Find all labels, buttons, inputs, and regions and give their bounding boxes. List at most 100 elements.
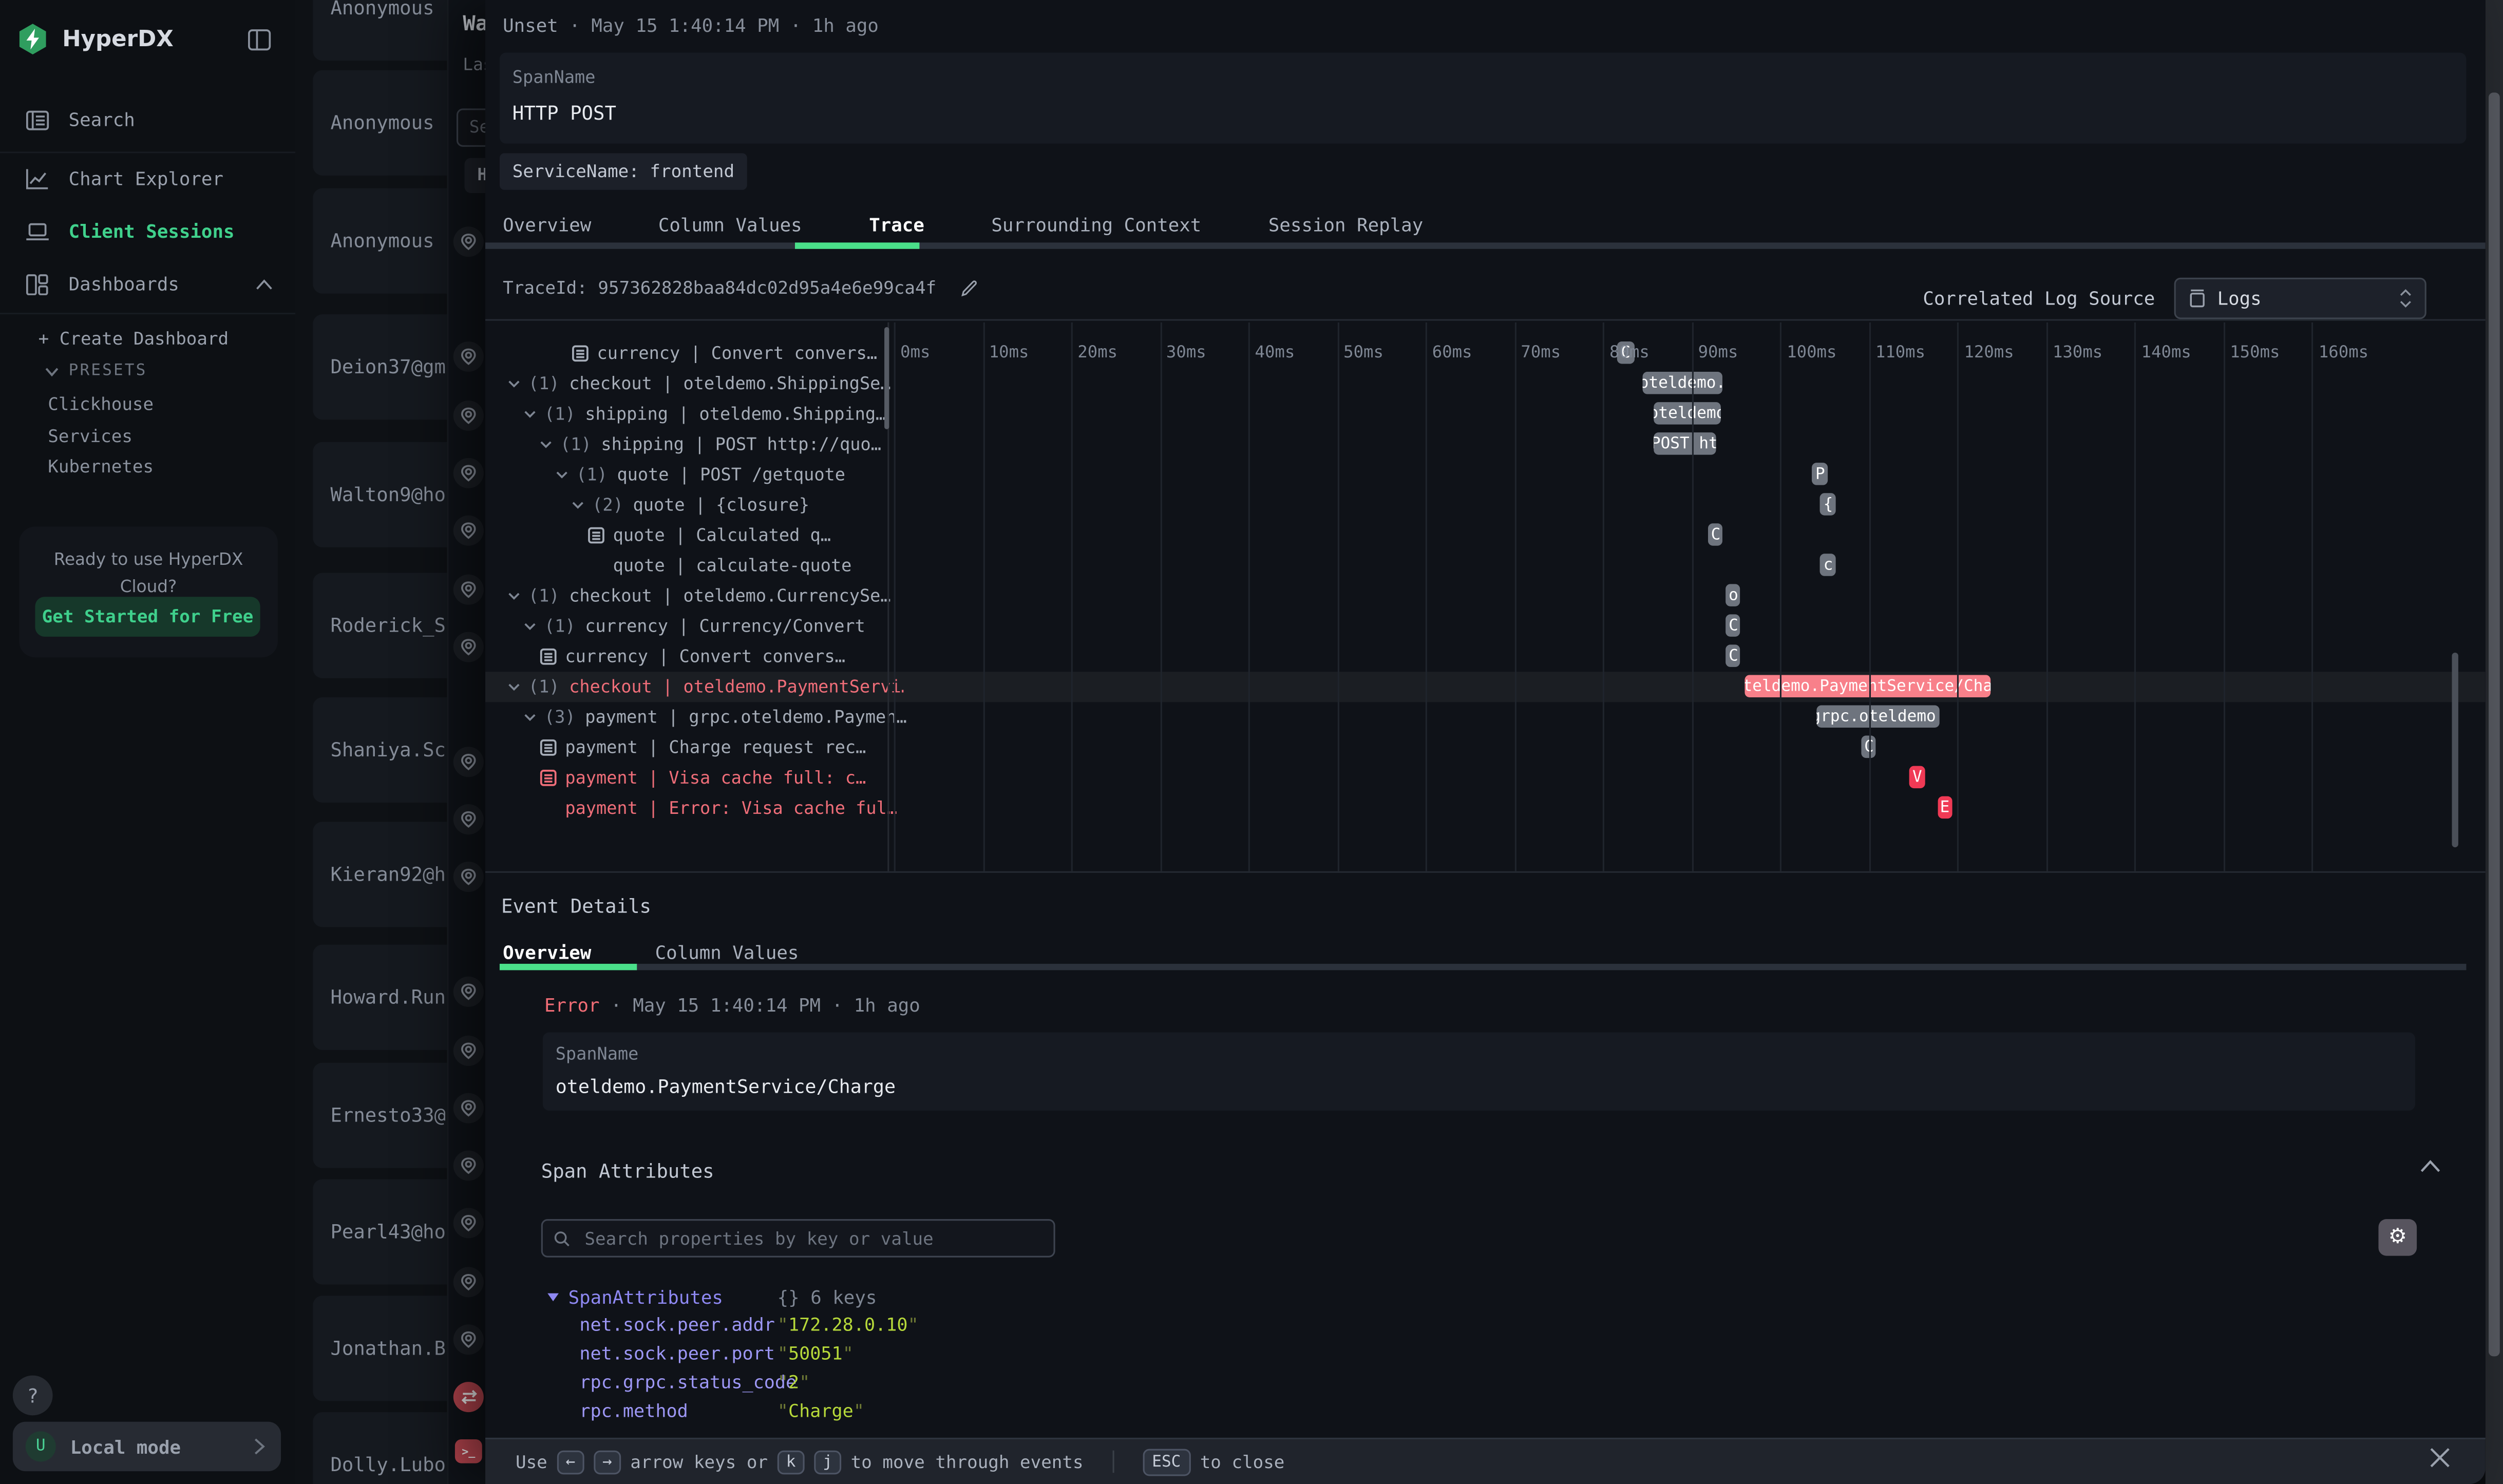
- attribute-key[interactable]: net.sock.peer.addr: [579, 1315, 777, 1336]
- tab-column-values[interactable]: Column Values: [655, 207, 805, 242]
- axis-tick-label: 0ms: [900, 343, 930, 362]
- session-event-pin-icon[interactable]: [453, 632, 484, 662]
- span-bar[interactable]: POST ht: [1654, 432, 1716, 455]
- span-row-label[interactable]: (1)shipping | POST http://quo…: [495, 429, 936, 460]
- session-event-pin-icon[interactable]: [453, 804, 484, 834]
- attribute-row: net.sock.peer.addr"172.28.0.10": [579, 1315, 918, 1336]
- hyperdx-logo-icon: [16, 23, 49, 56]
- session-event-pin-icon[interactable]: [453, 458, 484, 488]
- collapse-section-icon[interactable]: [2420, 1160, 2440, 1173]
- span-row-label[interactable]: (1)shipping | oteldemo.Shipping…: [495, 399, 920, 429]
- span-row-label[interactable]: payment | Visa cache full: c…: [495, 763, 936, 793]
- collapse-sidebar-icon[interactable]: [248, 29, 272, 51]
- tab-trace[interactable]: Trace: [866, 207, 927, 242]
- span-row-label[interactable]: quote | calculate-quote: [495, 550, 1009, 581]
- trace-id: TraceId: 957362828baa84dc02d95a4e6e99ca4…: [503, 278, 978, 298]
- attribute-value[interactable]: "50051": [778, 1344, 854, 1364]
- session-event-pin-icon[interactable]: [453, 977, 484, 1007]
- tab-surrounding-context[interactable]: Surrounding Context: [988, 207, 1204, 242]
- span-row-label[interactable]: payment | Error: Visa cache ful…: [495, 793, 961, 823]
- preset-services[interactable]: Services: [48, 425, 132, 446]
- span-bar[interactable]: C: [1709, 523, 1723, 546]
- tab-overview[interactable]: Overview: [500, 207, 595, 242]
- session-event-pin-icon[interactable]: [453, 1267, 484, 1297]
- span-label-text: shipping | POST http://quo…: [601, 434, 881, 454]
- sidebar-item-chart-explorer[interactable]: Chart Explorer: [0, 155, 295, 202]
- presets-header[interactable]: PRESETS: [45, 362, 147, 379]
- attribute-key[interactable]: rpc.method: [579, 1401, 777, 1421]
- preset-clickhouse[interactable]: Clickhouse: [48, 394, 154, 415]
- span-row-label[interactable]: (2)quote | {closure}: [495, 490, 968, 520]
- session-event-pin-icon[interactable]: [453, 862, 484, 892]
- gridline: [2224, 322, 2225, 871]
- span-bar[interactable]: C: [1726, 644, 1740, 667]
- session-event-pin-icon[interactable]: [453, 1324, 484, 1355]
- create-dashboard-link[interactable]: + Create Dashboard: [39, 329, 229, 349]
- sidebar-item-client-sessions[interactable]: Client Sessions: [0, 207, 295, 255]
- footer-text: to close: [1200, 1451, 1285, 1472]
- span-row-label[interactable]: (1)checkout | oteldemo.PaymentServi…: [495, 672, 904, 702]
- span-row-label[interactable]: (1)checkout | oteldemo.ShippingSe…: [495, 369, 904, 399]
- session-event-pin-icon[interactable]: [453, 747, 484, 777]
- session-event-pin-icon[interactable]: [453, 226, 484, 257]
- attribute-key[interactable]: net.sock.peer.port: [579, 1344, 777, 1364]
- attributes-search-input[interactable]: [581, 1226, 1042, 1250]
- attribute-value[interactable]: "Charge": [778, 1401, 864, 1421]
- attribute-key[interactable]: rpc.grpc.status_code: [579, 1372, 777, 1393]
- session-event-navigation-icon[interactable]: [453, 1382, 484, 1412]
- span-bar[interactable]: P: [1812, 463, 1828, 485]
- service-name-chip[interactable]: ServiceName: frontend: [500, 153, 747, 189]
- session-event-pin-icon[interactable]: [453, 1151, 484, 1181]
- span-bar[interactable]: V: [1910, 766, 1925, 789]
- attributes-root[interactable]: SpanAttributes: [568, 1286, 723, 1309]
- span-row-label[interactable]: payment | Charge request rec…: [495, 732, 936, 763]
- close-icon[interactable]: [2430, 1448, 2450, 1468]
- span-row-label[interactable]: (3)payment | grpc.oteldemo.Paymen…: [495, 702, 920, 732]
- session-event-pin-icon[interactable]: [453, 341, 484, 372]
- gear-icon[interactable]: ⚙: [2379, 1219, 2417, 1255]
- span-row-label[interactable]: currency | Convert convers…: [495, 641, 936, 672]
- label-scrollbar-thumb[interactable]: [884, 327, 889, 429]
- attribute-value[interactable]: "2": [778, 1372, 810, 1393]
- span-bar[interactable]: o: [1726, 584, 1740, 606]
- span-bar[interactable]: oteldemo: [1654, 402, 1721, 425]
- attributes-search[interactable]: [541, 1219, 1055, 1258]
- attribute-value[interactable]: "172.28.0.10": [778, 1315, 919, 1336]
- log-event-icon: [587, 526, 605, 544]
- waterfall-scrollbar-thumb[interactable]: [2452, 653, 2458, 847]
- triangle-down-icon[interactable]: [547, 1292, 559, 1302]
- span-bar[interactable]: grpc.oteldemo.: [1817, 706, 1940, 728]
- span-bar[interactable]: E: [1937, 796, 1952, 819]
- log-source-select[interactable]: Logs: [2174, 278, 2426, 319]
- session-event-pin-icon[interactable]: [453, 1093, 484, 1124]
- gridline: [1071, 322, 1073, 871]
- page-scrollbar-thumb[interactable]: [2489, 92, 2500, 1356]
- span-row-label[interactable]: (1)currency | Currency/Convert: [495, 611, 920, 641]
- sidebar-item-search[interactable]: Search: [0, 96, 295, 143]
- preset-kubernetes[interactable]: Kubernetes: [48, 456, 154, 477]
- span-bar[interactable]: C: [1726, 614, 1740, 637]
- session-event-pin-icon[interactable]: [453, 575, 484, 605]
- get-started-button[interactable]: Get Started for Free: [35, 597, 260, 637]
- axis-tick-label: 100ms: [1787, 343, 1836, 362]
- correlated-log-source: Correlated Log Source Logs: [1923, 278, 2426, 319]
- span-bar[interactable]: {: [1820, 493, 1836, 516]
- span-row-label[interactable]: (1)quote | POST /getquote: [495, 460, 952, 490]
- tab-session-replay[interactable]: Session Replay: [1265, 207, 1427, 242]
- span-row-label[interactable]: currency | Convert convers…: [495, 338, 968, 369]
- sidebar-item-dashboards[interactable]: Dashboards: [0, 260, 295, 308]
- logo[interactable]: HyperDX: [16, 23, 174, 56]
- session-event-console-icon[interactable]: >_: [455, 1439, 482, 1463]
- span-bar[interactable]: c: [1820, 554, 1836, 576]
- span-row-label[interactable]: quote | Calculated q…: [495, 520, 983, 550]
- session-event-pin-icon[interactable]: [453, 1208, 484, 1238]
- session-event-pin-icon[interactable]: [453, 1036, 484, 1066]
- session-event-pin-icon[interactable]: [453, 401, 484, 431]
- span-bar[interactable]: oteldemo.: [1643, 372, 1722, 394]
- span-row-label[interactable]: (1)checkout | oteldemo.CurrencySe…: [495, 581, 904, 611]
- user-menu[interactable]: U Local mode: [13, 1422, 281, 1471]
- help-button[interactable]: ?: [13, 1376, 53, 1416]
- session-search-input[interactable]: Sea: [457, 108, 488, 147]
- edit-pencil-icon[interactable]: [959, 278, 978, 297]
- session-event-pin-icon[interactable]: [453, 516, 484, 546]
